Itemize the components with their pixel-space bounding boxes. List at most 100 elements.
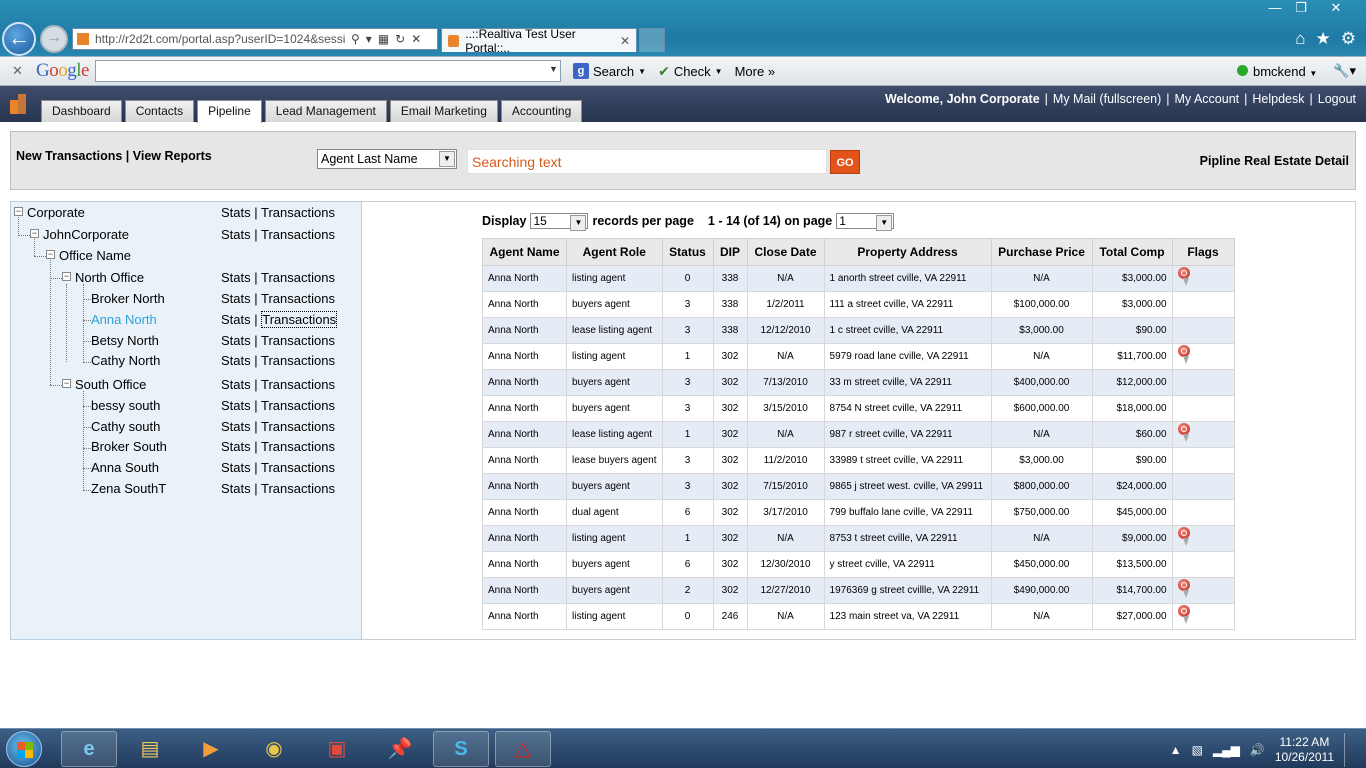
stats-link[interactable]: Stats [221,312,251,327]
chevron-down-icon[interactable]: ▼ [570,215,587,231]
start-button[interactable] [6,731,42,767]
go-button[interactable]: GO [830,150,860,174]
red-flag-pin-icon[interactable] [1177,267,1192,287]
tab-pipeline[interactable]: Pipeline [197,100,262,123]
transactions-link[interactable]: Transactions [261,227,335,242]
compat-view-icon[interactable]: ▦ [378,32,389,46]
stats-link[interactable]: Stats [221,419,251,434]
close-toolbar-icon[interactable]: ✕ [12,63,30,79]
collapse-icon[interactable]: − [46,250,55,259]
stats-link[interactable]: Stats [221,481,251,496]
col-purchase-price[interactable]: Purchase Price [990,238,1093,266]
tab-accounting[interactable]: Accounting [500,100,583,122]
col-agent-role[interactable]: Agent Role [566,238,663,266]
user-account-button[interactable]: bmckend ▼ [1236,64,1317,79]
refresh-icon[interactable]: ↻ [395,32,405,46]
col-flags[interactable]: Flags [1171,238,1235,266]
home-icon[interactable]: ⌂ [1295,29,1305,49]
transactions-link[interactable]: Transactions [261,439,335,454]
chevron-down-icon[interactable]: ▼ [1309,69,1317,78]
device-icon[interactable]: ▧ [1192,743,1203,757]
tab-lead-management[interactable]: Lead Management [264,100,387,122]
pushpin-icon[interactable]: 📌 [372,731,428,767]
transactions-link[interactable]: Transactions [261,333,335,348]
search-field-select[interactable]: Agent Last Name ▼ [317,149,457,169]
transactions-link[interactable]: Transactions [261,481,335,496]
table-row[interactable]: Anna North buyers agent 3 302 3/15/2010 8754 … [482,395,1235,422]
volume-icon[interactable]: 🔊 [1250,743,1265,757]
stats-link[interactable]: Stats [221,460,251,475]
back-arrow-icon[interactable]: ← [2,22,36,56]
tree-node-johncorporate[interactable]: JohnCorporate [43,227,129,242]
red-flag-pin-icon[interactable] [1177,605,1192,625]
task-app-icon[interactable]: ▣ [309,731,365,767]
table-row[interactable]: Anna North listing agent 1 302 N/A 5979 road … [482,343,1235,370]
stats-link[interactable]: Stats [221,333,251,348]
col-property-address[interactable]: Property Address [823,238,992,266]
table-row[interactable]: Anna North listing agent 1 302 N/A 8753 t str… [482,525,1235,552]
toolbar-search-button[interactable]: g Search ▼ [572,63,646,79]
app-logo[interactable] [8,92,30,116]
logout-link[interactable]: Logout [1318,92,1356,106]
internet-explorer-icon[interactable]: e [61,731,117,767]
clock[interactable]: 11:22 AM 10/26/2011 [1275,735,1334,765]
red-flag-pin-icon[interactable] [1177,579,1192,599]
table-row[interactable]: Anna North lease buyers agent 3 302 11/2/201… [482,447,1235,474]
chevron-down-icon[interactable]: ▼ [876,215,893,231]
red-flag-pin-icon[interactable] [1177,423,1192,443]
helpdesk-link[interactable]: Helpdesk [1252,92,1304,106]
tab-contacts[interactable]: Contacts [124,100,195,122]
browser-tab[interactable]: ..::Realtiva Test User Portal::.. ✕ [441,27,637,55]
address-url[interactable]: http://r2d2t.com/portal.asp?userID=1024&… [95,32,345,46]
forward-arrow-icon[interactable]: → [40,25,68,53]
stats-link[interactable]: Stats [221,227,251,242]
transactions-link[interactable]: Transactions [261,398,335,413]
tab-dashboard[interactable]: Dashboard [41,100,122,122]
stats-link[interactable]: Stats [221,291,251,306]
search-input[interactable]: Searching text [467,149,827,174]
transactions-link[interactable]: Transactions [261,205,335,220]
transactions-link[interactable]: Transactions [261,353,335,368]
tree-node-south-office[interactable]: South Office [75,377,146,392]
col-status[interactable]: Status [661,238,714,266]
stats-link[interactable]: Stats [221,353,251,368]
table-row[interactable]: Anna North lease listing agent 1 302 N/A 987 … [482,421,1235,448]
per-page-select[interactable]: 15 ▼ [530,213,589,231]
gear-icon[interactable]: ⚙ [1341,29,1356,49]
stats-link[interactable]: Stats [221,377,251,392]
tray-arrow-icon[interactable]: ▲ [1170,743,1182,757]
page-select[interactable]: 1 ▼ [836,213,895,231]
table-row[interactable]: Anna North buyers agent 3 302 7/13/2010 33 m … [482,369,1235,396]
my-mail-link[interactable]: My Mail (fullscreen) [1053,92,1161,106]
chevron-down-icon[interactable]: ▼ [549,64,558,74]
transactions-link[interactable]: Transactions [261,270,335,285]
network-icon[interactable]: ▂▄▆ [1213,743,1240,757]
transactions-link[interactable]: Transactions [261,419,335,434]
skype-icon[interactable]: S [433,731,489,767]
tree-node-bessy-south[interactable]: bessy south [91,398,160,413]
stop-icon[interactable]: ✕ [411,32,421,46]
col-agent-name[interactable]: Agent Name [482,238,567,266]
table-row[interactable]: Anna North buyers agent 6 302 12/30/2010 y st… [482,551,1235,578]
minimize-icon[interactable]: — [1262,0,1288,18]
collapse-icon[interactable]: − [62,379,71,388]
media-player-icon[interactable]: ▶ [183,731,239,767]
my-account-link[interactable]: My Account [1175,92,1240,106]
tree-node-corporate[interactable]: Corporate [27,205,85,220]
transactions-link[interactable]: Transactions [261,460,335,475]
transactions-link[interactable]: Transactions [261,311,338,328]
pdf-reader-icon[interactable]: △ [495,731,551,767]
toolbar-check-button[interactable]: ✔ Check ▼ [658,63,723,80]
table-row[interactable]: Anna North buyers agent 3 302 7/15/2010 9865 … [482,473,1235,500]
tab-email-marketing[interactable]: Email Marketing [389,100,498,122]
maximize-icon[interactable]: ❐ [1288,0,1314,18]
stats-link[interactable]: Stats [221,270,251,285]
stats-link[interactable]: Stats [221,205,251,220]
wrench-icon[interactable]: 🔧▾ [1333,63,1356,79]
toolbar-more-button[interactable]: More » [735,64,775,79]
transaction-links[interactable]: New Transactions | View Reports [16,149,212,163]
search-icon[interactable]: ⚲ [351,32,360,46]
chevron-down-icon[interactable]: ▾ [366,32,372,46]
tree-node-anna-south[interactable]: Anna South [91,460,159,475]
collapse-icon[interactable]: − [30,229,39,238]
